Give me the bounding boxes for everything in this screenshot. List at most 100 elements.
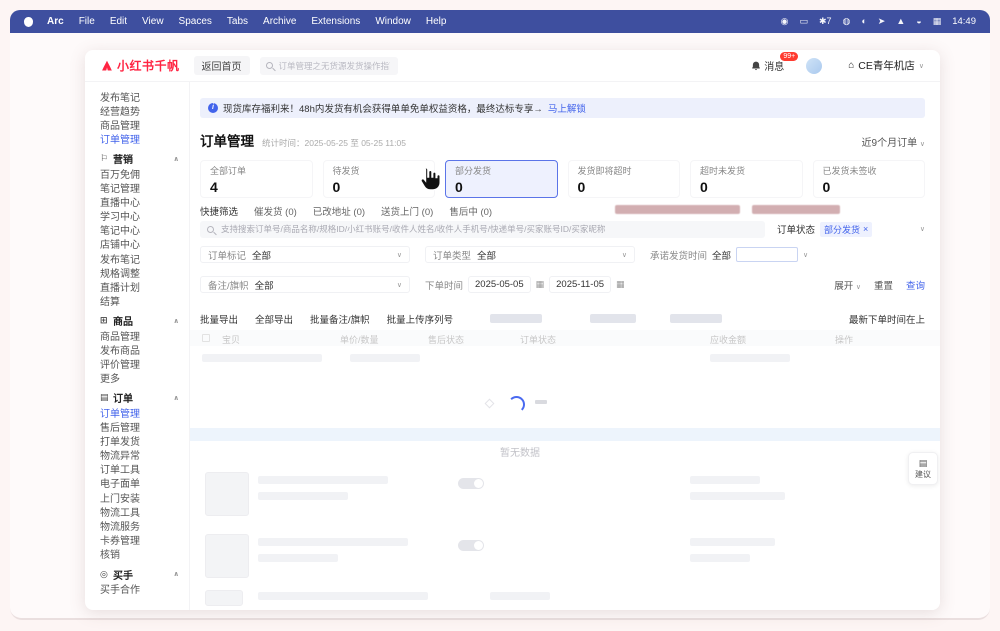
sidebar-item[interactable]: 订单工具 [100, 462, 189, 476]
menubar-status-icon[interactable]: ▲ [896, 16, 905, 27]
sidebar-item[interactable]: 上门安装 [100, 490, 189, 504]
expand-button[interactable]: 展开 ∨ [834, 278, 861, 292]
menubar-item[interactable]: Tabs [227, 16, 248, 27]
sidebar-item[interactable]: 结算 [100, 294, 189, 308]
quick-filter-tab[interactable]: 已改地址 (0) [313, 204, 365, 218]
order-search-input[interactable] [219, 223, 758, 235]
back-home-button[interactable]: 返回首页 [194, 56, 250, 75]
order-status-filter[interactable]: 订单状态 部分发货× [777, 222, 872, 237]
date-start-input[interactable]: 2025-05-05 [468, 276, 531, 293]
sidebar-item[interactable]: 售后管理 [100, 419, 189, 433]
sidebar-item[interactable]: 电子面单 [100, 476, 189, 490]
sidebar-item[interactable]: ◎ 买手 ∧ [100, 567, 189, 581]
quick-filter-tab[interactable]: 催发货 (0) [254, 204, 297, 218]
batch-action-button[interactable]: 批量导出 [200, 312, 238, 326]
sidebar-item[interactable]: 学习中心 [100, 209, 189, 223]
sidebar-item[interactable]: 经营趋势 [100, 103, 189, 117]
apple-icon[interactable] [24, 17, 33, 27]
stat-card[interactable]: 全部订单 4 [200, 160, 313, 198]
status-chip[interactable]: 部分发货× [820, 222, 872, 237]
menubar-status-icon[interactable]: ◉ [781, 16, 789, 27]
menubar-item[interactable]: Spaces [179, 16, 212, 27]
menubar-item[interactable]: Extensions [311, 16, 360, 27]
avatar[interactable] [806, 58, 822, 74]
sidebar-item[interactable]: 笔记管理 [100, 180, 189, 194]
feedback-button[interactable]: ▤ 建议 [908, 452, 938, 485]
sidebar-item[interactable]: 物流服务 [100, 518, 189, 532]
menubar-status-icon[interactable]: ✱7 [819, 16, 832, 27]
stat-card[interactable]: 待发货 0 [323, 160, 436, 198]
sidebar-item[interactable]: 商品管理 [100, 328, 189, 342]
menubar-status-icon[interactable]: ▭ [799, 16, 808, 27]
menubar-item[interactable]: File [79, 16, 95, 27]
sidebar-item[interactable]: 直播计划 [100, 279, 189, 293]
header-search[interactable] [260, 57, 398, 75]
sidebar-item[interactable]: 发布笔记 [100, 251, 189, 265]
sidebar-item[interactable]: 直播中心 [100, 194, 189, 208]
order-type-select[interactable]: 订单类型全部 ∨ [425, 246, 635, 263]
calendar-icon: ▦ [536, 279, 545, 290]
reset-button[interactable]: 重置 [874, 278, 893, 292]
promise-time-input[interactable] [736, 247, 798, 262]
sidebar-item[interactable]: 订单管理 [100, 132, 189, 146]
menubar-item[interactable]: Archive [263, 16, 296, 27]
order-mark-select[interactable]: 订单标记全部 ∨ [200, 246, 410, 263]
order-range-select[interactable]: 近9个月订单 ∨ [862, 134, 925, 149]
menubar-item[interactable]: Arc [47, 16, 64, 27]
messages-button[interactable]: 消息 99+ [751, 58, 784, 73]
menubar-item[interactable]: View [142, 16, 164, 27]
batch-action-button[interactable]: 批量上传序列号 [387, 312, 454, 326]
sidebar-item[interactable]: 订单管理 [100, 405, 189, 419]
stat-card[interactable]: 已发货未签收 0 [813, 160, 926, 198]
stat-card[interactable]: 部分发货 0 [445, 160, 558, 198]
query-button[interactable]: 查询 [906, 278, 925, 292]
sidebar-item[interactable]: 核销 [100, 547, 189, 561]
shop-switcher[interactable]: ⌂ CE青年机店 ∨ [848, 58, 924, 73]
sidebar-item[interactable]: 笔记中心 [100, 223, 189, 237]
sidebar-item[interactable]: 店铺中心 [100, 237, 189, 251]
menubar-item[interactable]: Edit [110, 16, 127, 27]
sidebar-item-label: 打单发货 [100, 433, 140, 448]
menubar-status-icon[interactable]: ◒ [916, 16, 921, 27]
skeleton-toggle [458, 478, 484, 489]
batch-action-button[interactable]: 全部导出 [255, 312, 293, 326]
sort-select[interactable]: 最新下单时间在上 [849, 312, 925, 326]
menubar-status-icon[interactable]: ▦ [933, 16, 942, 27]
order-search[interactable] [200, 221, 765, 238]
sidebar-item[interactable]: ▤ 订单 ∧ [100, 391, 189, 405]
sidebar-item[interactable]: 发布笔记 [100, 89, 189, 103]
batch-action-button[interactable]: 批量备注/旗帜 [310, 312, 370, 326]
quick-filter-tab[interactable]: 快捷筛选 [200, 204, 238, 218]
sidebar-item[interactable]: 发布商品 [100, 342, 189, 356]
logo[interactable]: 小红书千帆 [101, 57, 180, 74]
stat-card[interactable]: 超时未发货 0 [690, 160, 803, 198]
menubar-item[interactable]: Help [426, 16, 447, 27]
select-all-checkbox[interactable] [202, 334, 210, 342]
sidebar-item[interactable]: 规格调整 [100, 265, 189, 279]
sidebar-item[interactable]: 卡券管理 [100, 533, 189, 547]
header-search-input[interactable] [277, 60, 392, 72]
quick-filter-tab[interactable]: 送货上门 (0) [381, 204, 433, 218]
banner-link[interactable]: 马上解锁 [548, 101, 586, 115]
sidebar-item[interactable]: 百万免佣 [100, 166, 189, 180]
chevron-down-icon[interactable]: ∨ [920, 225, 925, 233]
menubar-item[interactable]: Window [375, 16, 411, 27]
menubar-status-icon[interactable]: ◍ [843, 16, 851, 27]
sidebar-item[interactable]: 买手合作 [100, 581, 189, 595]
sidebar-item[interactable]: 商品管理 [100, 117, 189, 131]
close-icon[interactable]: × [863, 224, 868, 234]
stat-card[interactable]: 发货即将超时 0 [568, 160, 681, 198]
sidebar-item[interactable]: 物流异常 [100, 448, 189, 462]
menubar-status-icon[interactable]: ◐ [861, 16, 866, 27]
sidebar-item[interactable]: 物流工具 [100, 504, 189, 518]
remark-flag-select[interactable]: 备注/旗帜全部 ∨ [200, 276, 410, 293]
sidebar-item[interactable]: ⚐ 营销 ∧ [100, 152, 189, 166]
quick-filter-tab[interactable]: 售后中 (0) [449, 204, 492, 218]
sidebar-item[interactable]: 评价管理 [100, 356, 189, 370]
sidebar-item[interactable]: ⊞ 商品 ∧ [100, 314, 189, 328]
date-end-input[interactable]: 2025-11-05 [549, 276, 611, 293]
sidebar-item[interactable]: 打单发货 [100, 433, 189, 447]
promise-time-filter[interactable]: 承诺发货时间 全部 ∨ [650, 247, 808, 262]
sidebar-item[interactable]: 更多 [100, 371, 189, 385]
menubar-status-icon[interactable]: ➤ [878, 16, 886, 27]
